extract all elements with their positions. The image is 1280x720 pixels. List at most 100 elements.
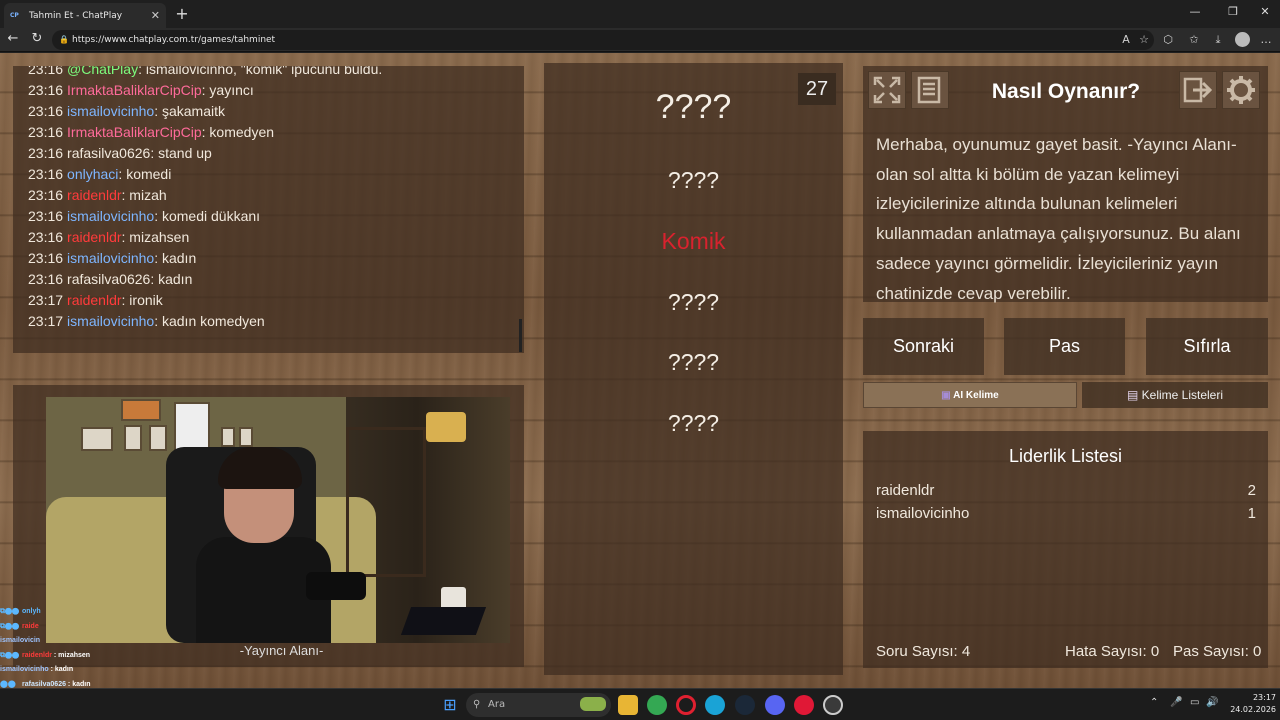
chat-username[interactable]: ismailovicinho bbox=[67, 250, 154, 266]
app-icon[interactable] bbox=[823, 695, 843, 715]
volume-icon[interactable]: 🔊 bbox=[1206, 697, 1218, 708]
chat-username[interactable]: ismailovicinho bbox=[67, 208, 154, 224]
chat-timestamp: 23:17 bbox=[28, 313, 64, 329]
word-slot: ???? bbox=[667, 410, 720, 436]
chat-text: : stand up bbox=[150, 145, 212, 161]
maximize-icon[interactable]: ❐ bbox=[1218, 5, 1248, 18]
search-placeholder: Ara bbox=[488, 699, 506, 710]
chat-username[interactable]: raidenldr bbox=[67, 229, 121, 245]
chat-message: 23:16 @ChatPlay: ismailovicinho, "komik" … bbox=[28, 66, 382, 77]
steam-icon[interactable] bbox=[735, 695, 755, 715]
windows-start-icon[interactable]: ⊞ bbox=[440, 695, 460, 715]
chat-username[interactable]: rafasilva0626 bbox=[67, 145, 150, 161]
favorites-icon[interactable]: ✩ bbox=[1186, 33, 1202, 46]
chat-timestamp: 23:16 bbox=[28, 208, 64, 224]
ai-words-label: AI Kelime bbox=[953, 390, 999, 401]
fullscreen-icon[interactable] bbox=[868, 71, 906, 109]
overlay-chat-line: ⧉⬤⬤ raide bbox=[0, 620, 160, 635]
chatplay-favicon-icon: CP bbox=[10, 12, 19, 19]
game-page: 23:16 @ChatPlay: ismailovicinho, "komik" … bbox=[0, 53, 1280, 688]
minimize-icon[interactable]: — bbox=[1180, 5, 1210, 18]
tray-chevron-icon[interactable]: ⌃ bbox=[1150, 697, 1158, 708]
profile-avatar[interactable] bbox=[1235, 32, 1250, 47]
badge-icon: ⧉⬤⬤ bbox=[0, 622, 19, 630]
extensions-icon[interactable]: ⬡ bbox=[1160, 33, 1176, 46]
chat-username[interactable]: IrmaktaBaliklarCipCip bbox=[67, 82, 202, 98]
file-explorer-icon[interactable] bbox=[618, 695, 638, 715]
overlay-username: ismailovicinho bbox=[0, 666, 49, 673]
overlay-chat-line: ⧉⬤⬤ onlyh bbox=[0, 605, 160, 620]
next-button[interactable]: Sonraki bbox=[863, 318, 984, 375]
word-panel: ???? ???? Komik ???? ???? ???? bbox=[544, 63, 843, 675]
chat-message: 23:17 ismailovicinho: kadın komedyen bbox=[28, 313, 265, 329]
error-count: Hata Sayısı: 0 bbox=[1065, 643, 1160, 660]
chat-text: : mizah bbox=[121, 187, 167, 203]
overlay-username: rafasilva0626 bbox=[22, 680, 66, 688]
opera-icon[interactable] bbox=[676, 695, 696, 715]
taskbar-clock[interactable]: 23:17 24.02.2026 bbox=[1224, 692, 1276, 716]
overlay-username: raide bbox=[22, 622, 39, 630]
reload-icon[interactable]: ↻ bbox=[28, 31, 46, 46]
search-highlight-icon[interactable] bbox=[580, 697, 606, 711]
chat-username[interactable]: raidenldr bbox=[67, 292, 121, 308]
read-aloud-icon[interactable]: A bbox=[1118, 33, 1134, 46]
overlay-text: : kadın bbox=[65, 680, 91, 688]
search-icon: ⚲ bbox=[473, 699, 481, 710]
settings-gear-icon[interactable] bbox=[1222, 71, 1260, 109]
close-window-icon[interactable]: ✕ bbox=[1250, 5, 1280, 18]
microphone-icon[interactable]: 🎤 bbox=[1170, 697, 1182, 708]
leaderboard-title: Liderlik Listesi bbox=[1008, 446, 1123, 466]
chat-message: 23:16 ismailovicinho: kadın bbox=[28, 250, 196, 266]
chat-username[interactable]: @ChatPlay bbox=[67, 66, 138, 77]
ai-words-button[interactable]: ▣ AI Kelime bbox=[863, 382, 1077, 408]
badge-icon: ⧉⬤⬤ bbox=[0, 608, 19, 615]
chat-username[interactable]: onlyhaci bbox=[67, 166, 118, 182]
chat-username[interactable]: ismailovicinho bbox=[67, 313, 154, 329]
chat-username[interactable]: ismailovicinho bbox=[67, 103, 154, 119]
chat-text: : ismailovicinho, "komik" ipucunu buldu. bbox=[138, 66, 383, 77]
leaderboard-row: ismailovicinho 1 bbox=[876, 505, 1256, 522]
word-lists-button[interactable]: ▤ Kelime Listeleri bbox=[1082, 382, 1268, 408]
chat-message: 23:16 rafasilva0626: stand up bbox=[28, 145, 212, 161]
chat-message: 23:16 IrmaktaBaliklarCipCip: komedyen bbox=[28, 124, 274, 140]
edge-icon[interactable] bbox=[705, 695, 725, 715]
discord-icon[interactable] bbox=[765, 695, 785, 715]
reset-button[interactable]: Sıfırla bbox=[1146, 318, 1268, 375]
how-to-play-title: Nasıl Oynanır? bbox=[991, 80, 1141, 103]
media-player-icon[interactable] bbox=[794, 695, 814, 715]
downloads-icon[interactable]: ⤓ bbox=[1210, 33, 1226, 47]
logout-icon[interactable] bbox=[1179, 71, 1217, 109]
how-to-play-text: Merhaba, oyunumuz gayet basit. -Yayıncı … bbox=[876, 135, 1241, 303]
chat-username[interactable]: rafasilva0626 bbox=[67, 271, 150, 287]
chat-message: 23:16 raidenldr: mizah bbox=[28, 187, 167, 203]
overlay-text: : mizahsen bbox=[51, 651, 91, 659]
chat-timestamp: 23:16 bbox=[28, 250, 64, 266]
more-menu-icon[interactable]: … bbox=[1258, 33, 1274, 46]
chat-username[interactable]: raidenldr bbox=[67, 187, 121, 203]
chat-text: : kadın bbox=[150, 271, 193, 287]
chat-message: 23:16 ismailovicinho: şakamaitk bbox=[28, 103, 225, 119]
player-name: raidenldr bbox=[876, 482, 935, 499]
browser-tab[interactable]: CP Tahmin Et - ChatPlay ✕ bbox=[4, 3, 166, 28]
overlay-chat-line: ismailovicin bbox=[0, 634, 160, 649]
tab-close-icon[interactable]: ✕ bbox=[151, 9, 160, 22]
overlay-username: raidenldr bbox=[22, 651, 52, 659]
chat-panel: 23:16 @ChatPlay: ismailovicinho, "komik" … bbox=[13, 66, 524, 353]
chat-username[interactable]: IrmaktaBaliklarCipCip bbox=[67, 124, 202, 140]
network-icon[interactable]: ▭ bbox=[1190, 697, 1199, 708]
overlay-chat-line: ⬤⬤ rafasilva0626 : kadın bbox=[0, 678, 160, 689]
chat-scrollbar[interactable] bbox=[519, 319, 522, 352]
new-tab-icon[interactable]: + bbox=[172, 4, 192, 23]
how-to-play-panel: Nasıl Oynanır? Merhaba, oyunumuz gayet b… bbox=[863, 66, 1268, 303]
overlay-chat-line: ⧉⬤⬤ raidenldr : mizahsen bbox=[0, 649, 160, 664]
url-field[interactable]: 🔒 https://www.chatplay.com.tr/games/tahm… bbox=[52, 30, 1154, 50]
leaderboard-panel: Liderlik Listesi raidenldr 2 ismailovici… bbox=[863, 431, 1268, 668]
favorite-star-icon[interactable]: ☆ bbox=[1136, 33, 1152, 46]
chat-timestamp: 23:16 bbox=[28, 166, 64, 182]
back-icon[interactable]: ← bbox=[4, 31, 22, 46]
chat-timestamp: 23:16 bbox=[28, 103, 64, 119]
chrome-icon[interactable] bbox=[647, 695, 667, 715]
windows-taskbar: ⊞ ⚲ Ara ⌃ 🎤 ▭ 🔊 23:17 24.02.2026 bbox=[0, 688, 1280, 720]
pass-button[interactable]: Pas bbox=[1004, 318, 1125, 375]
chat-timestamp: 23:16 bbox=[28, 66, 64, 77]
